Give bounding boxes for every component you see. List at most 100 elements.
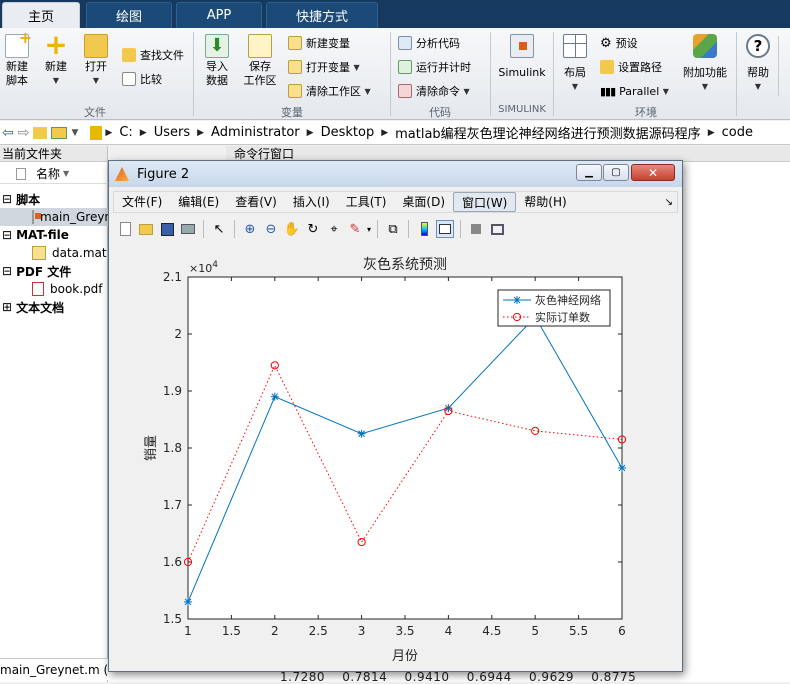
chevron-down-icon[interactable]: ▾ <box>367 225 371 234</box>
zoom-in-icon[interactable]: ⊕ <box>241 220 259 238</box>
clear-commands-button[interactable]: 清除命令 ▼ <box>398 82 470 100</box>
maximize-button[interactable]: ▢ <box>603 164 629 181</box>
breadcrumb-item[interactable]: Users <box>150 125 194 140</box>
collapse-icon: ⊟ <box>2 228 13 242</box>
new-label: 新建 <box>45 60 67 73</box>
find-files-icon <box>122 48 136 62</box>
menu-view[interactable]: 查看(V) <box>227 192 285 212</box>
addons-button[interactable]: 附加功能 ▼ <box>680 34 730 94</box>
find-files-button[interactable]: 查找文件 <box>122 46 184 64</box>
brush-icon[interactable]: ✎ <box>346 220 364 238</box>
column-header[interactable]: 名称 ▼ <box>0 164 108 184</box>
menu-window[interactable]: 窗口(W) <box>453 192 517 212</box>
group-scripts[interactable]: ⊟ 脚本 <box>0 190 40 208</box>
print-icon[interactable] <box>179 220 197 238</box>
dock-arrow-icon[interactable]: ↘ <box>665 197 673 208</box>
hide-plot-tools-icon[interactable] <box>467 220 485 238</box>
new-script-button[interactable]: + 新建 脚本 <box>4 30 32 88</box>
breadcrumb-separator: ▶ <box>381 127 389 138</box>
file-item-data-mat[interactable]: data.mat <box>0 244 107 262</box>
edit-plot-arrow-icon[interactable]: ↖ <box>210 220 228 238</box>
analyze-code-button[interactable]: 分析代码 <box>398 34 460 52</box>
colorbar-icon[interactable] <box>415 220 433 238</box>
file-item-main-greynet[interactable]: main_Greynet.m <box>0 208 140 226</box>
chevron-down-icon[interactable]: ▼ <box>71 128 78 138</box>
menu-insert[interactable]: 插入(I) <box>285 192 338 212</box>
breadcrumb-item[interactable]: C: <box>115 125 136 140</box>
preferences-button[interactable]: ⚙ 预设 <box>600 34 638 52</box>
breadcrumb-separator: ▶ <box>139 127 147 138</box>
tab-home[interactable]: 主页 <box>2 2 80 28</box>
grid-icon <box>288 36 302 50</box>
clear-commands-icon <box>398 84 412 98</box>
ribbon-divider <box>490 32 491 116</box>
file-item-book-pdf[interactable]: book.pdf <box>0 280 103 298</box>
back-arrow-icon[interactable]: ⇦ <box>2 125 14 141</box>
simulink-button[interactable]: Simulink <box>496 34 548 80</box>
breadcrumb-item[interactable]: matlab编程灰色理论神经网络进行预测数据源码程序 <box>391 123 705 142</box>
group-label-environment: 环境 <box>635 106 657 119</box>
group-label-file: 文件 <box>84 106 106 119</box>
clear-workspace-button[interactable]: 清除工作区 ▼ <box>288 82 371 100</box>
import-data-button[interactable]: ⬇ 导入 数据 <box>202 34 232 88</box>
legend-label: 实际订单数 <box>535 310 590 324</box>
preferences-label: 预设 <box>615 37 638 50</box>
x-tick-label: 1.5 <box>222 624 241 638</box>
link-plot-icon[interactable]: ⧉ <box>384 220 402 238</box>
legend-icon[interactable] <box>436 220 455 238</box>
set-path-button[interactable]: 设置路径 <box>600 58 662 76</box>
breadcrumb-item[interactable]: Administrator <box>207 125 304 140</box>
menu-edit[interactable]: 编辑(E) <box>170 192 227 212</box>
pdf-file-icon <box>32 282 44 296</box>
breadcrumb-item[interactable]: Desktop <box>317 125 379 140</box>
open-variable-button[interactable]: 打开变量 ▼ <box>288 58 360 76</box>
chart-figure[interactable]: 1 1.5 2 2.5 3 3.5 4 4.5 5 5.5 6 1.51.61.71.81.922.… <box>109 245 682 671</box>
menu-file[interactable]: 文件(F) <box>114 192 170 212</box>
forward-arrow-icon[interactable]: ⇨ <box>18 125 30 141</box>
group-mat-files[interactable]: ⊟ MAT-file <box>0 226 69 244</box>
close-button[interactable]: ✕ <box>631 164 675 181</box>
breadcrumb-item[interactable]: code <box>718 125 757 140</box>
new-button[interactable]: + 新建 ▼ <box>42 31 70 88</box>
show-plot-tools-icon[interactable] <box>488 220 506 238</box>
breadcrumb-separator: ▶ <box>105 127 113 138</box>
group-text-files[interactable]: ⊞ 文本文档 <box>0 298 64 316</box>
help-button[interactable]: ? 帮助 ▼ <box>744 34 772 94</box>
save-icon[interactable] <box>158 220 176 238</box>
series-1-point <box>357 429 366 438</box>
menu-help[interactable]: 帮助(H) <box>516 192 574 212</box>
y-tick-label: 2.1 <box>163 270 182 284</box>
new-figure-icon[interactable] <box>116 220 134 238</box>
compare-button[interactable]: 比较 <box>122 70 162 88</box>
matlab-script-icon <box>32 210 41 224</box>
menu-desktop[interactable]: 桌面(D) <box>394 192 453 212</box>
menu-tools[interactable]: 工具(T) <box>338 192 395 212</box>
new-variable-button[interactable]: 新建变量 <box>288 34 350 52</box>
up-folder-icon[interactable] <box>33 126 48 139</box>
toolbar-separator <box>203 220 204 238</box>
rotate-3d-icon[interactable]: ↻ <box>304 220 322 238</box>
zoom-out-icon[interactable]: ⊖ <box>262 220 280 238</box>
layout-button[interactable]: 布局 ▼ <box>560 34 590 94</box>
figure-window[interactable]: Figure 2 ▁ ▢ ✕ 文件(F) 编辑(E) 查看(V) 插入(I) 工… <box>108 160 683 672</box>
run-and-time-button[interactable]: 运行并计时 <box>398 58 471 76</box>
analyze-icon <box>398 36 412 50</box>
group-label-variable: 变量 <box>281 106 303 119</box>
open-file-icon[interactable] <box>137 220 155 238</box>
group-pdf-files[interactable]: ⊟ PDF 文件 <box>0 262 71 280</box>
y-exponent-power: 4 <box>212 260 218 270</box>
tab-apps[interactable]: APP <box>176 2 262 28</box>
simulink-icon <box>510 34 534 58</box>
ribbon-divider <box>736 32 737 116</box>
parallel-button[interactable]: ▮▮▮ Parallel ▼ <box>600 82 669 100</box>
tab-shortcuts[interactable]: 快捷方式 <box>266 2 378 28</box>
toolbar-separator <box>408 220 410 238</box>
pan-hand-icon[interactable]: ✋ <box>283 220 301 238</box>
data-cursor-icon[interactable]: ⌖ <box>325 220 343 238</box>
save-workspace-button[interactable]: 保存 工作区 <box>242 34 278 88</box>
browse-folder-icon[interactable] <box>51 126 68 139</box>
open-button[interactable]: 打开 ▼ <box>82 34 110 88</box>
legend[interactable]: 灰色神经网络实际订单数 <box>497 289 611 327</box>
minimize-button[interactable]: ▁ <box>576 164 602 181</box>
tab-plots[interactable]: 绘图 <box>86 2 172 28</box>
